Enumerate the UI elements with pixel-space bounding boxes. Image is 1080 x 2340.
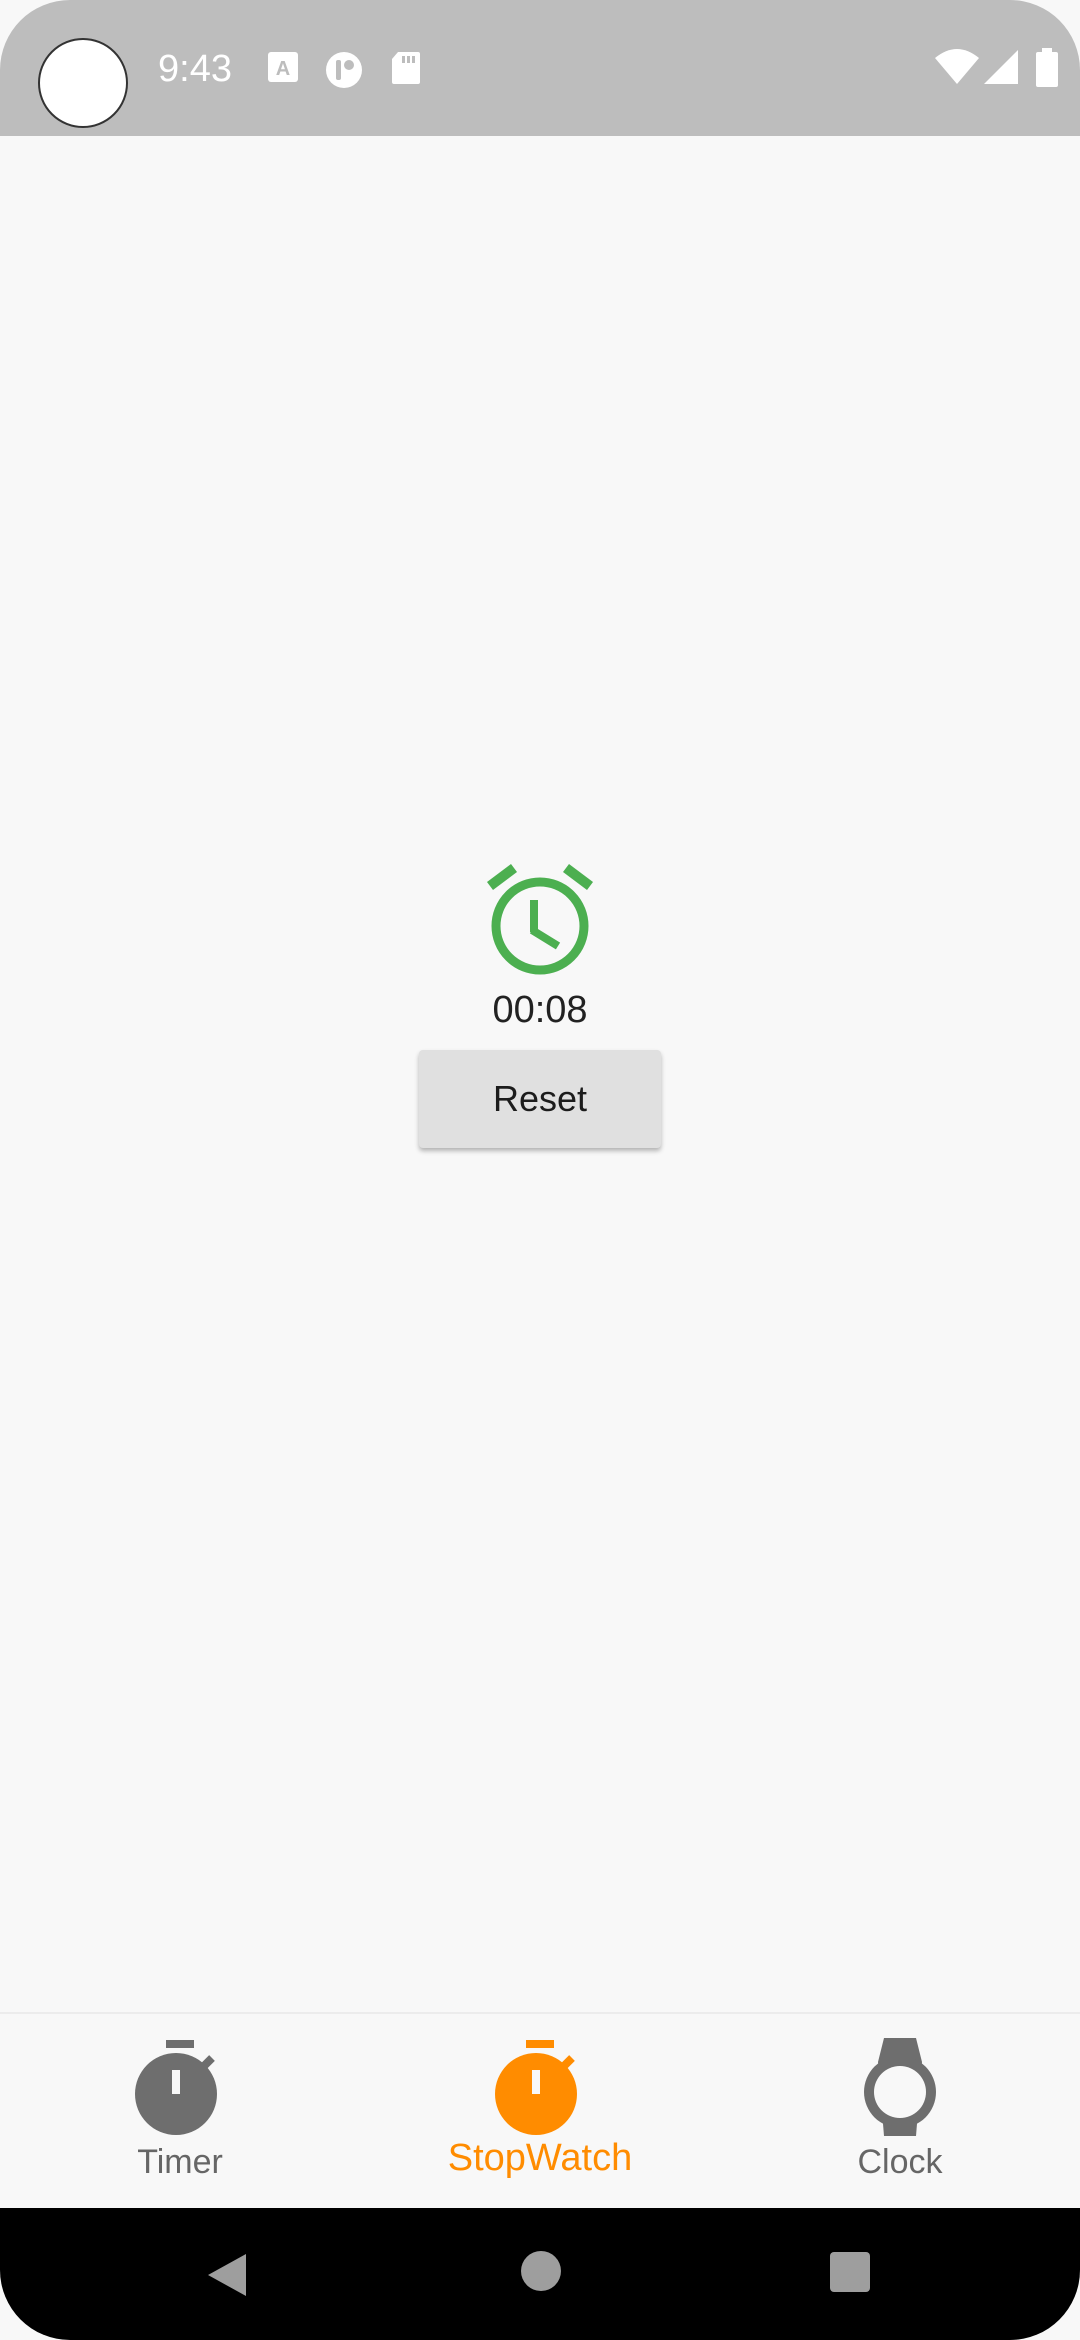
stopwatch-icon — [495, 2040, 577, 2135]
recents-icon[interactable] — [828, 2250, 872, 2294]
nav-label-timer: Timer — [137, 2143, 223, 2181]
wifi-icon — [935, 49, 979, 84]
screen: 9:43 A 00:08 Reset Timer StopWatch Clock — [0, 0, 1080, 2340]
elapsed-time: 00:08 — [492, 989, 588, 1031]
system-navigation-bar — [0, 2208, 1080, 2340]
nav-label-stopwatch: StopWatch — [447, 2137, 633, 2179]
battery-icon — [1036, 48, 1058, 87]
a-icon: A — [268, 52, 298, 82]
nav-item-timer[interactable]: Timer — [0, 2014, 360, 2208]
camera-cutout — [38, 38, 128, 128]
nav-item-clock[interactable]: Clock — [720, 2014, 1080, 2208]
stopwatch-panel: 00:08 Reset — [0, 860, 1080, 1148]
data-saver-icon — [326, 52, 362, 88]
svg-text:A: A — [276, 58, 290, 80]
back-icon[interactable] — [202, 2250, 252, 2300]
alarm-clock-icon — [487, 864, 593, 975]
reset-button[interactable]: Reset — [419, 1050, 661, 1148]
nav-item-stopwatch[interactable]: StopWatch — [360, 2014, 720, 2208]
home-icon[interactable] — [520, 2250, 562, 2292]
status-time: 9:43 — [158, 48, 232, 90]
bottom-navigation: Timer StopWatch Clock — [0, 2012, 1080, 2208]
nav-label-clock: Clock — [857, 2143, 943, 2181]
signal-icon — [984, 50, 1018, 84]
sd-card-icon — [392, 52, 420, 84]
status-bar: 9:43 A — [0, 0, 1080, 136]
stopwatch-icon — [135, 2040, 217, 2135]
stopwatch-screen: 00:08 Reset — [0, 136, 1080, 2012]
watch-icon — [864, 2038, 936, 2136]
